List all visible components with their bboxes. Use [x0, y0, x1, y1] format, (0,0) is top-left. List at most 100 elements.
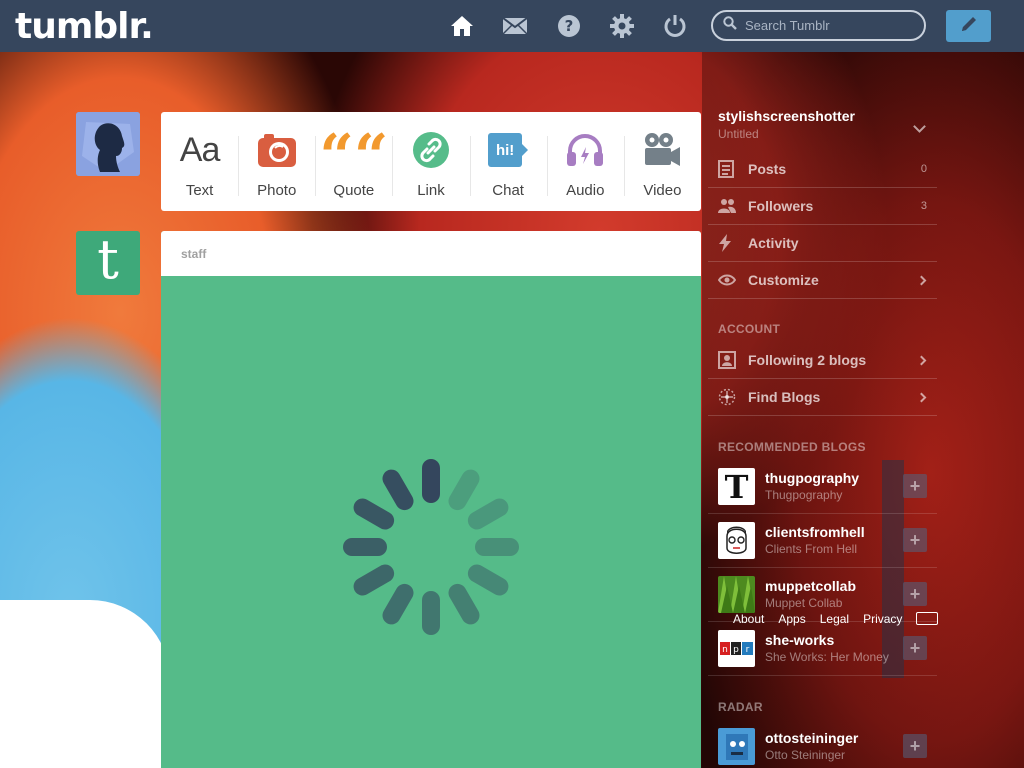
post-type-photo[interactable]: Photo [238, 112, 315, 211]
blog-avatar [718, 728, 755, 765]
footer-link-about[interactable]: About [733, 612, 764, 626]
search-input[interactable] [745, 18, 915, 33]
plus-icon: + [909, 637, 921, 658]
top-navigation-bar: tumblr. ? [0, 0, 1024, 52]
post-type-text[interactable]: Aa Text [161, 112, 238, 211]
camera-icon [257, 130, 296, 170]
blog-title: Muppet Collab [765, 596, 843, 610]
blog-title: She Works: Her Money [765, 650, 889, 664]
blog-name: she-works [765, 632, 835, 648]
sidebar-item-following[interactable]: Following 2 blogs [708, 342, 937, 379]
followers-icon [718, 198, 740, 214]
spinner-bar [379, 466, 417, 514]
sidebar-item-posts[interactable]: Posts 0 [708, 151, 937, 188]
spinner-bar [379, 580, 417, 628]
post-type-selector: Aa Text Photo ““ Quote Link hi! Chat Aud… [161, 112, 701, 211]
settings-icon[interactable] [609, 13, 635, 39]
blog-name: clientsfromhell [765, 524, 865, 540]
sidebar-item-label: Customize [748, 272, 819, 288]
footer-link-legal[interactable]: Legal [820, 612, 849, 626]
tumblr-logo[interactable]: tumblr. [15, 6, 154, 47]
search-box[interactable] [711, 10, 926, 41]
spinner-bar [350, 495, 398, 533]
power-icon[interactable] [662, 13, 688, 39]
blog-name: stylishscreenshotter [718, 108, 855, 124]
post-type-chat[interactable]: hi! Chat [469, 112, 547, 211]
keyboard-icon[interactable] [916, 612, 938, 625]
quote-icon: ““ [319, 122, 389, 192]
recommended-blog-item[interactable]: npr she-works She Works: Her Money + [708, 622, 937, 676]
spinner-bar [343, 538, 387, 556]
blog-title: Untitled [718, 127, 759, 141]
recommended-blog-item[interactable]: T thugpography Thugpography + [708, 460, 937, 514]
svg-text:p: p [733, 645, 739, 655]
blog-avatar: T [718, 468, 755, 505]
following-icon [718, 351, 740, 369]
chevron-right-icon [916, 355, 927, 365]
plus-icon: + [909, 735, 921, 756]
recommended-blog-item[interactable]: clientsfromhell Clients From Hell + [708, 514, 937, 568]
account-heading: ACCOUNT [718, 322, 781, 336]
blog-title: Thugpography [765, 488, 843, 502]
post-type-video[interactable]: Video [623, 112, 701, 211]
radar-blog-item[interactable]: ottosteininger Otto Steininger + [708, 720, 937, 768]
follow-button[interactable]: + [903, 582, 927, 606]
posts-count: 0 [920, 163, 927, 175]
footer-link-apps[interactable]: Apps [778, 612, 805, 626]
footer-links: About Apps Legal Privacy [733, 612, 902, 626]
sidebar-item-followers[interactable]: Followers 3 [708, 188, 937, 225]
help-icon[interactable]: ? [556, 13, 582, 39]
dashboard-post: staff [161, 231, 701, 768]
headphones-icon [565, 130, 605, 170]
follow-button[interactable]: + [903, 528, 927, 552]
posts-icon [718, 160, 740, 178]
follow-button[interactable]: + [903, 734, 927, 758]
sidebar-item-label: Activity [748, 235, 799, 251]
footer-link-privacy[interactable]: Privacy [863, 612, 902, 626]
sidebar-item-find-blogs[interactable]: Find Blogs [708, 379, 937, 416]
radar-heading: RADAR [718, 700, 763, 714]
blog-name: ottosteininger [765, 730, 859, 746]
user-avatar[interactable] [76, 112, 140, 176]
sidebar-item-label: Posts [748, 161, 787, 177]
spinner-bar [350, 561, 398, 599]
spinner-bar [464, 495, 512, 533]
sidebar-item-customize[interactable]: Customize [708, 262, 937, 299]
tumblr-t-logo: t [97, 228, 119, 291]
svg-text:?: ? [565, 17, 574, 35]
spinner-bar [445, 466, 483, 514]
blog-avatar [718, 522, 755, 559]
post-type-quote[interactable]: ““ Quote [315, 112, 392, 211]
post-header: staff [161, 231, 701, 276]
staff-avatar[interactable]: t [76, 231, 140, 295]
compose-button[interactable] [946, 10, 991, 42]
blog-name: muppetcollab [765, 578, 857, 594]
eye-icon [718, 274, 740, 286]
background-white-area [0, 600, 170, 768]
compass-icon [718, 388, 740, 406]
spinner-bar [475, 538, 519, 556]
sidebar-item-activity[interactable]: Activity [708, 225, 937, 262]
mail-icon[interactable] [502, 13, 528, 39]
blog-switcher[interactable]: stylishscreenshotter Untitled [718, 108, 855, 141]
recommended-blogs-heading: RECOMMENDED BLOGS [718, 440, 866, 454]
post-type-label: Quote [333, 182, 375, 199]
follow-button[interactable]: + [903, 474, 927, 498]
right-sidebar: stylishscreenshotter Untitled Posts 0 Fo… [702, 52, 1024, 768]
plus-icon: + [909, 583, 921, 604]
post-type-link[interactable]: Link [392, 112, 469, 211]
svg-text:r: r [746, 645, 750, 655]
search-icon [723, 16, 737, 35]
post-type-label: Photo [257, 182, 297, 199]
video-camera-icon [642, 130, 682, 170]
follow-button[interactable]: + [903, 636, 927, 660]
home-icon[interactable] [449, 13, 475, 39]
spinner-bar [464, 561, 512, 599]
followers-count: 3 [920, 200, 927, 212]
blog-name: thugpography [765, 470, 860, 486]
post-author[interactable]: staff [181, 247, 206, 261]
post-type-audio[interactable]: Audio [546, 112, 624, 211]
spinner-bar [422, 459, 440, 503]
spinner-bar [445, 580, 483, 628]
plus-icon: + [909, 475, 921, 496]
